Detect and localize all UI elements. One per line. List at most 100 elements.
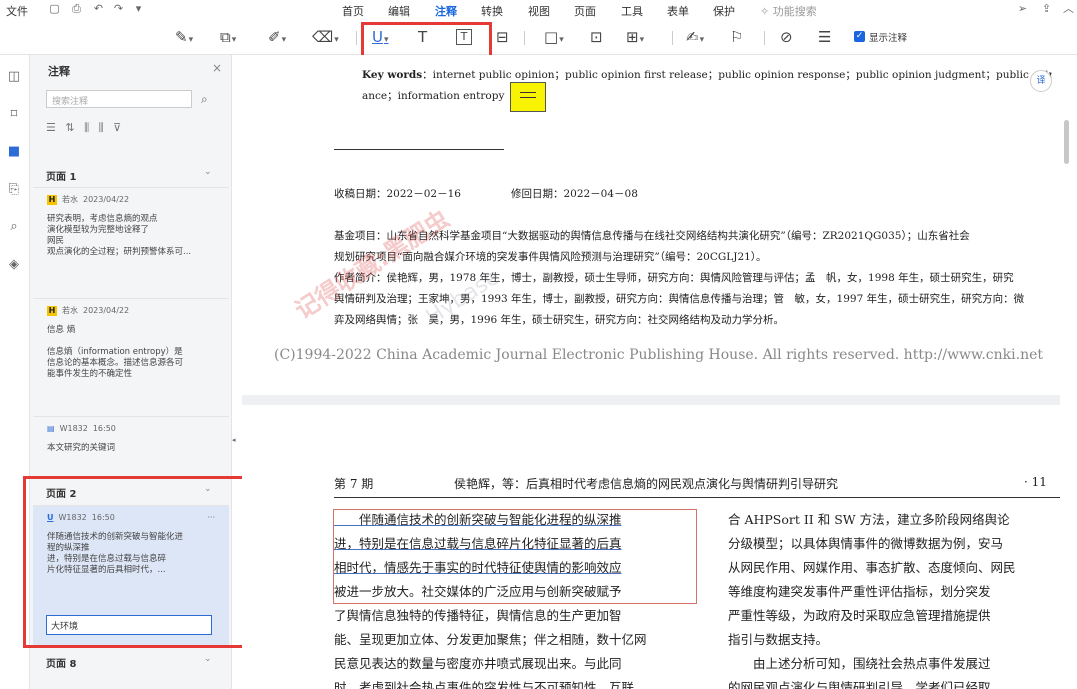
- running-title: 侯艳辉，等：后真相时代考虑信息熵的网民观点演化与舆情研判引导研究: [454, 477, 839, 491]
- keywords-label: Key words: [362, 69, 423, 81]
- card-text: 研究表明，考虑信息熵的观点 演化模型较为完整地诠释了 网民 观点演化的全过程；研…: [47, 214, 192, 257]
- tab-form[interactable]: 表单: [667, 3, 689, 19]
- page-group-label[interactable]: 页面 1: [46, 168, 76, 183]
- page-b: 第 7 期 侯艳辉，等：后真相时代考虑信息熵的网民观点演化与舆情研判引导研究 ·…: [242, 405, 1060, 689]
- text-line: 了舆情信息独特的传播特征，舆情信息的生产更加智: [334, 608, 622, 623]
- footnote-rule: [334, 149, 504, 150]
- copyright: (C)1994-2022 China Academic Journal Elec…: [274, 347, 1044, 363]
- translate-icon[interactable]: 译: [1030, 70, 1052, 92]
- text-line: 指引与数据支持。: [728, 632, 829, 647]
- underline-annotation-box[interactable]: [333, 509, 697, 604]
- seal-tool-icon[interactable]: ⚐: [730, 26, 743, 48]
- text-line: 从网民作用、网媒作用、事态扩散、态度倾向、网民: [728, 560, 1016, 575]
- page-a: Key words：internet public opinion；public…: [242, 55, 1060, 395]
- close-icon[interactable]: ×: [212, 61, 222, 75]
- pen-tool-icon[interactable]: ✐▾: [268, 26, 286, 48]
- card-date: 16:50: [92, 424, 116, 433]
- keywords-text: ：internet public opinion；public opinion …: [422, 69, 1052, 81]
- running-header: 第 7 期 侯艳辉，等：后真相时代考虑信息熵的网民观点演化与舆情研判引导研究 ·…: [334, 475, 1060, 492]
- tab-convert[interactable]: 转换: [481, 3, 503, 19]
- received-date: 收稿日期：2022－02－16: [334, 188, 461, 200]
- right-column: 合 AHPSort II 和 SW 方法，建立多阶段网络舆论 分级模型；以具体舆…: [728, 508, 1060, 689]
- chevron-down-icon[interactable]: ⌄: [204, 167, 212, 177]
- tab-edit[interactable]: 编辑: [388, 3, 410, 19]
- text-line: 时，考虑到社会热点事件的突发性与不可预知性，互联: [334, 680, 635, 689]
- print-icon[interactable]: ⎙: [70, 2, 83, 15]
- text-line: 由上述分析可知，围绕社会热点事件发展过: [728, 656, 991, 671]
- search-icon[interactable]: ⌕: [201, 92, 208, 107]
- text-line: 能、呈现更加立体、分发更加聚焦；伴之相随，数十亿网: [334, 632, 647, 647]
- tab-protect[interactable]: 保护: [713, 3, 735, 19]
- collapse-panel-icon[interactable]: ◂: [232, 436, 236, 444]
- panel-title: 注释: [48, 65, 70, 78]
- tab-page[interactable]: 页面: [574, 3, 596, 19]
- annotation-card[interactable]: H 若水 2023/04/22 信息 熵 信息熵（information entro…: [33, 298, 229, 415]
- tab-annotate[interactable]: 注释: [435, 3, 457, 23]
- note-badge-icon: ▤: [47, 424, 55, 433]
- chevron-down-icon[interactable]: ⌄: [204, 654, 212, 664]
- tab-view[interactable]: 视图: [528, 3, 550, 19]
- callout-tool-icon[interactable]: ⊟: [496, 26, 509, 48]
- issue-number: 第 7 期: [334, 477, 374, 491]
- text-line: 分级模型；以具体舆情事件的微博数据为例，安马: [728, 536, 1004, 551]
- save-icon[interactable]: ▢: [48, 2, 61, 15]
- tab-tools[interactable]: 工具: [621, 3, 643, 19]
- keywords: Key words：internet public opinion；public…: [362, 65, 1052, 107]
- card-author: 若水: [62, 306, 78, 315]
- toolbar-divider: [356, 31, 357, 45]
- menu-bar: 文件 ▢ ⎙ ↶ ↷ ▾ 首页 编辑 注释 转换 视图 页面 工具 表单 保护 …: [0, 0, 1077, 23]
- sticky-note-icon[interactable]: [510, 82, 546, 112]
- card-text: 信息 熵 信息熵（information entropy）是 信息论的基本概念。…: [47, 325, 184, 379]
- toolbar-divider: [672, 31, 673, 45]
- stamp-tool-icon[interactable]: ⊞▾: [626, 26, 644, 48]
- revised-date: 修回日期：2022－04－08: [510, 188, 638, 200]
- highlight-box-toolbar: [361, 22, 492, 59]
- undo-icon[interactable]: ↶: [92, 2, 105, 15]
- document-view: Key words：internet public opinion；public…: [242, 55, 1060, 689]
- highlight-tool-icon[interactable]: ✎▾: [175, 26, 193, 48]
- show-annotations-checkbox[interactable]: ✓: [854, 31, 865, 42]
- thumbnails-icon[interactable]: ◫: [6, 69, 22, 85]
- collapse-ribbon-icon[interactable]: ︿: [1062, 2, 1075, 15]
- vertical-scrollbar[interactable]: [1060, 55, 1077, 689]
- quick-access-dropdown-icon[interactable]: ▾: [132, 2, 145, 15]
- text-line: 严重性等级，为政府及时采取应急管理措施提供: [728, 608, 991, 623]
- annotation-card[interactable]: ▤ W1832 16:50 本文研究的关键词: [33, 416, 229, 466]
- feature-search[interactable]: ✧ 功能搜索: [760, 3, 817, 19]
- scrollbar-thumb[interactable]: [1064, 120, 1069, 164]
- signature-tool-icon[interactable]: ✍▾: [686, 26, 704, 48]
- search-icon[interactable]: ⌕: [6, 219, 22, 235]
- page-group-label[interactable]: 页面 8: [46, 655, 76, 670]
- eraser-tool-icon[interactable]: ⌫▾: [312, 26, 339, 48]
- file-menu[interactable]: 文件: [6, 3, 28, 19]
- attachment-tool-icon[interactable]: ⊘: [780, 26, 793, 48]
- toolbar-divider: [764, 31, 765, 45]
- card-date: 2023/04/22: [83, 195, 130, 204]
- annotation-panel-icon[interactable]: ■: [6, 144, 22, 160]
- text-line: 等维度构建突发事件严重性评估指标，划分突发: [728, 584, 991, 599]
- keywords-cont: ance；information entropy: [362, 90, 505, 102]
- header-rule: [334, 497, 1060, 498]
- annotation-search-input[interactable]: 搜索注释: [46, 90, 192, 108]
- card-date: 2023/04/22: [83, 306, 130, 315]
- tab-home[interactable]: 首页: [342, 3, 364, 19]
- shape-tool-icon[interactable]: □▾: [544, 26, 564, 48]
- redo-icon[interactable]: ↷: [112, 2, 125, 15]
- page-icon[interactable]: ⎘: [6, 182, 22, 198]
- toolbar-divider: [524, 31, 525, 45]
- annotation-toolbar: ✎▾ ⧉▾ ✐▾ ⌫▾ U▾ T T ⊟ □▾ ⊡ ⊞▾ ✍▾ ⚐ ⊘ ☰ ✓ …: [0, 21, 1077, 55]
- show-annotations-label: 显示注释: [869, 33, 908, 44]
- annotation-manager-icon[interactable]: ☰: [818, 26, 831, 48]
- text-line: 合 AHPSort II 和 SW 方法，建立多阶段网络舆论: [728, 512, 1010, 527]
- highlight-badge-icon: H: [47, 305, 57, 316]
- note-tool-icon[interactable]: ⊡: [590, 26, 603, 48]
- filter-toolbar[interactable]: ☰ ⇅ ⫼ ⫼ ⊽: [46, 121, 124, 135]
- feature-search-label: 功能搜索: [772, 5, 817, 18]
- bookmark-icon[interactable]: ⌑: [6, 107, 22, 123]
- text-line: 民意见表达的数量与密度亦井喷式展现出来。与此同: [334, 656, 622, 671]
- layers-icon[interactable]: ◈: [6, 257, 22, 273]
- annotation-card[interactable]: H 若水 2023/04/22 研究表明，考虑信息熵的观点 演化模型较为完整地诠释了…: [33, 187, 229, 297]
- upload-icon[interactable]: ⇪: [1040, 2, 1053, 15]
- share-icon[interactable]: ➢: [1016, 2, 1029, 15]
- area-highlight-tool-icon[interactable]: ⧉▾: [220, 26, 236, 48]
